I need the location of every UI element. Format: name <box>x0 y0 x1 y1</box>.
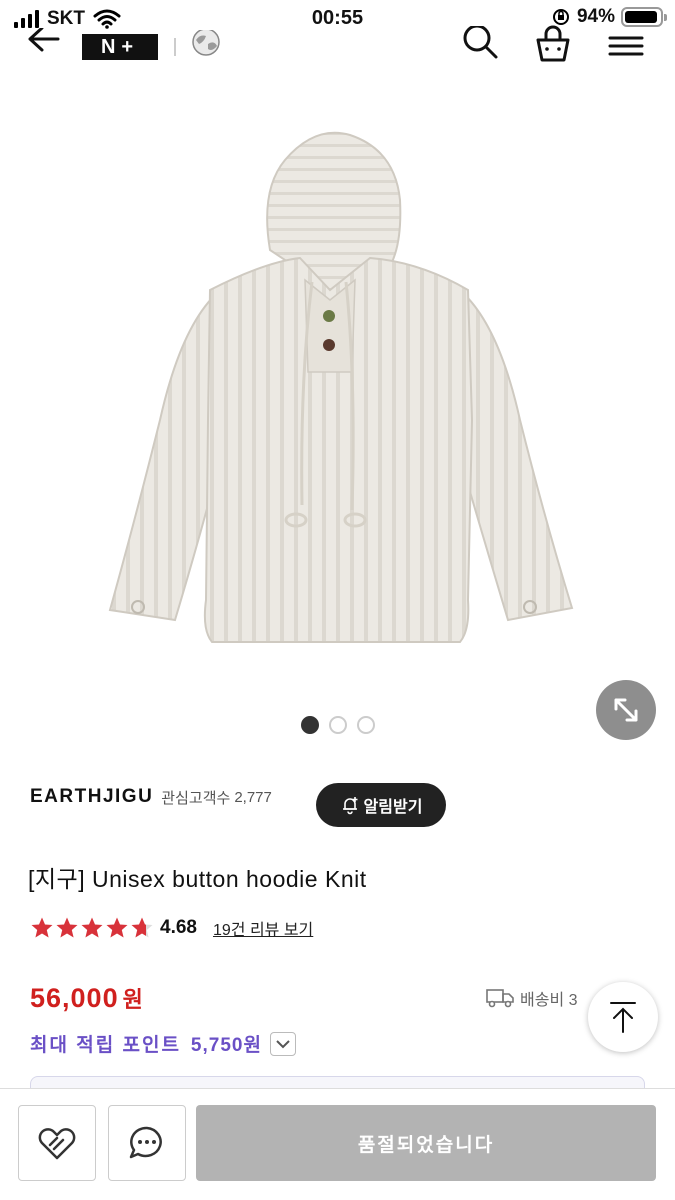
shopping-bag-icon[interactable] <box>532 24 574 62</box>
header-divider <box>174 38 176 56</box>
follower-count: 2,777 <box>234 788 272 806</box>
heart-icon <box>38 1128 76 1160</box>
price-value: 56,000 <box>30 983 119 1013</box>
brand-row: EARTHJIGU 관심고객수 2,777 <box>30 786 272 808</box>
star-icon <box>131 917 153 938</box>
product-image[interactable] <box>0 70 675 710</box>
soldout-button[interactable]: 품절되었습니다 <box>196 1105 656 1181</box>
follower-label: 관심고객수 <box>161 789 231 807</box>
chat-button[interactable] <box>108 1105 186 1181</box>
points-value: 5,750원 <box>190 1035 262 1056</box>
gallery-dot[interactable] <box>300 716 319 734</box>
product-title: [지구] Unisex button hoodie Knit <box>28 866 367 892</box>
price-unit: 원 <box>122 987 143 1012</box>
star-icon <box>31 917 53 938</box>
alarm-button-label: 알림받기 <box>363 799 423 816</box>
brand-logo[interactable]: N+ <box>82 34 158 60</box>
bottom-action-bar: 품절되었습니다 <box>0 1088 675 1200</box>
globe-icon[interactable] <box>188 30 224 60</box>
gallery-dot[interactable] <box>356 716 375 734</box>
rating-value: 4.68 <box>160 917 197 938</box>
back-arrow-icon[interactable] <box>22 28 62 58</box>
price-row: 56,000 원 <box>30 982 143 1014</box>
points-label: 최대 적립 포인트 <box>30 1035 181 1056</box>
wish-button[interactable] <box>18 1105 96 1181</box>
points-row: 최대 적립 포인트 5,750원 <box>30 1030 296 1057</box>
rating-stars <box>30 916 154 940</box>
gallery-pagination <box>0 716 675 734</box>
gallery-dot[interactable] <box>328 716 347 734</box>
star-icon <box>56 917 78 938</box>
star-icon <box>81 917 103 938</box>
shipping-info[interactable]: 배송비 3 <box>486 986 578 1010</box>
review-link[interactable]: 19건 리뷰 보기 <box>213 916 313 940</box>
star-icon <box>106 917 128 938</box>
knit-hoodie-image <box>108 131 574 643</box>
app-header: N+ <box>0 20 675 64</box>
chevron-down-icon <box>276 1039 290 1048</box>
bell-plus-icon <box>342 797 358 815</box>
points-toggle-button[interactable] <box>269 1031 296 1056</box>
hamburger-menu-icon[interactable] <box>606 30 646 60</box>
chat-bubble-icon <box>129 1126 162 1159</box>
shipping-text: 배송비 3 <box>520 992 578 1009</box>
brand-name[interactable]: EARTHJIGU <box>30 786 153 808</box>
alarm-button[interactable]: 알림받기 <box>316 783 446 827</box>
search-icon[interactable] <box>460 26 500 62</box>
truck-icon <box>486 989 514 1008</box>
rating-row: 4.68 19건 리뷰 보기 <box>30 916 313 940</box>
scroll-to-top-button[interactable] <box>588 982 658 1052</box>
arrow-up-icon <box>610 1002 636 1033</box>
